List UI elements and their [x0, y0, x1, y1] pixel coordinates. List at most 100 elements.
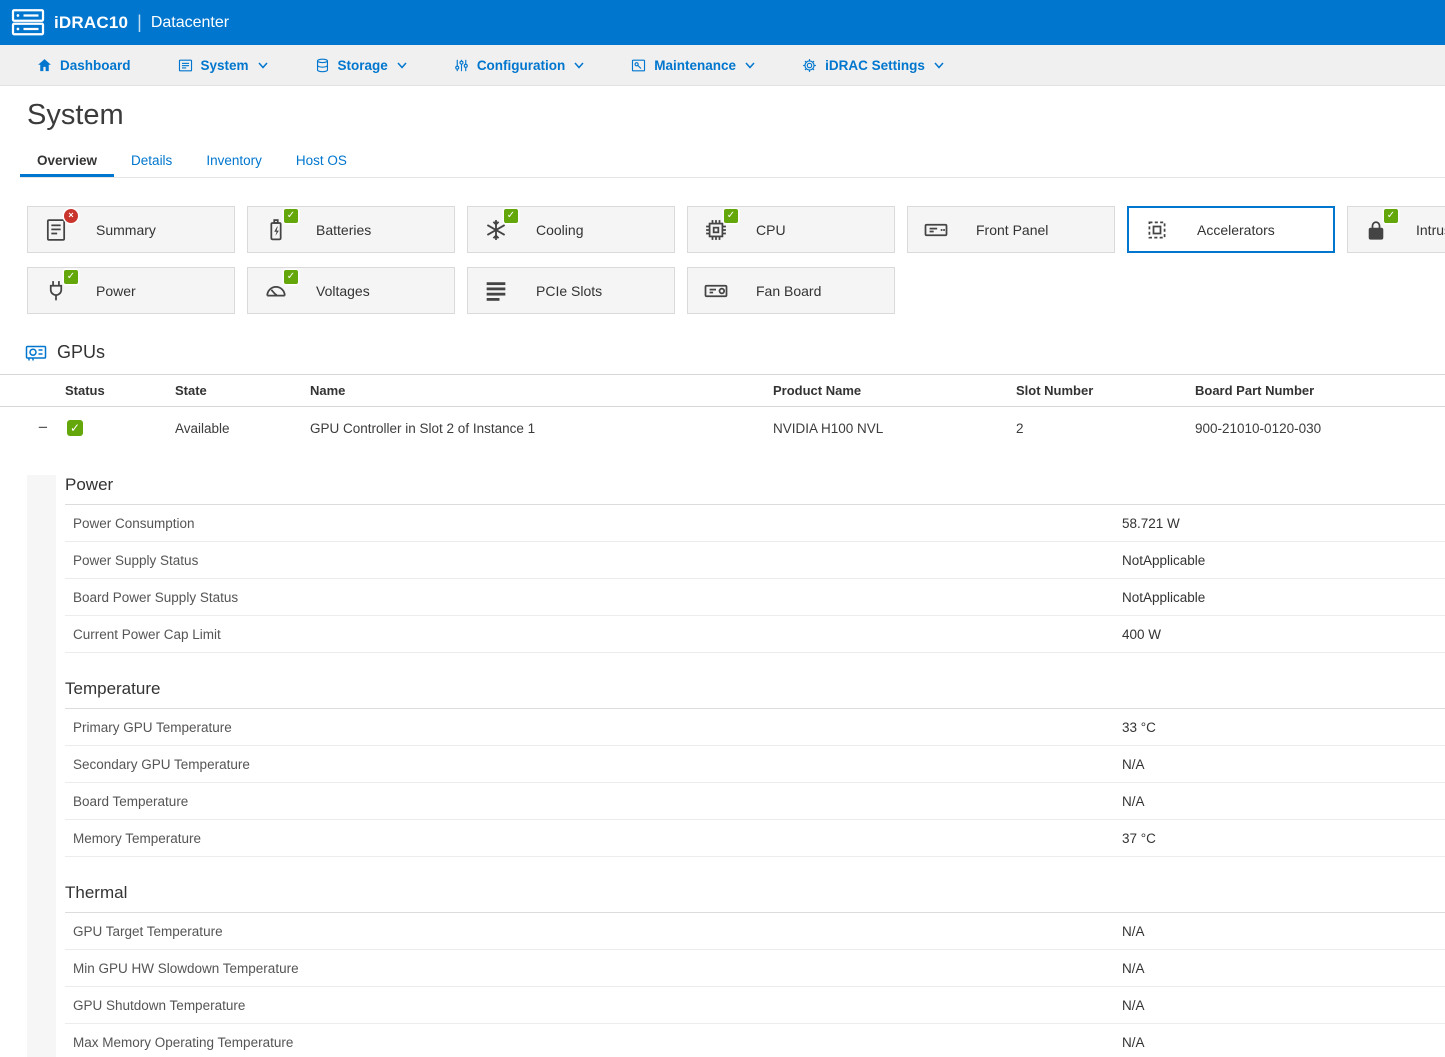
card-label: Batteries: [316, 222, 371, 238]
chevron-down-icon: [397, 62, 407, 69]
detail-label: Power Consumption: [65, 516, 1122, 531]
detail-row: Current Power Cap Limit 400 W: [65, 616, 1445, 653]
system-icon: [177, 57, 194, 74]
health-cards-row-1: × Summary ✓ Batteries ✓ Cooling: [27, 206, 1445, 253]
detail-gutter: [27, 475, 56, 1057]
col-state: State: [175, 383, 310, 398]
gpu-name: GPU Controller in Slot 2 of Instance 1: [310, 421, 773, 436]
storage-icon: [314, 57, 331, 74]
page-title: System: [27, 99, 1445, 132]
detail-label: Current Power Cap Limit: [65, 627, 1122, 642]
detail-value: N/A: [1122, 998, 1445, 1013]
nav-label: Dashboard: [60, 58, 131, 73]
system-tabs: Overview Details Inventory Host OS: [20, 146, 1445, 178]
nav-dashboard[interactable]: Dashboard: [36, 57, 131, 74]
detail-value: NotApplicable: [1122, 553, 1445, 568]
accelerator-icon: [1143, 216, 1171, 244]
col-product-name: Product Name: [773, 383, 1016, 398]
card-label: Cooling: [536, 222, 583, 238]
chevron-down-icon: [934, 62, 944, 69]
card-summary[interactable]: × Summary: [27, 206, 235, 253]
nav-label: System: [201, 58, 249, 73]
detail-label: Memory Temperature: [65, 831, 1122, 846]
nav-idrac-settings[interactable]: iDRAC Settings: [801, 57, 944, 74]
detail-label: Board Power Supply Status: [65, 590, 1122, 605]
detail-label: GPU Target Temperature: [65, 924, 1122, 939]
sliders-icon: [453, 57, 470, 74]
detail-label: Primary GPU Temperature: [65, 720, 1122, 735]
summary-icon: ×: [42, 216, 70, 244]
brand-separator: |: [137, 12, 142, 33]
card-power[interactable]: ✓ Power: [27, 267, 235, 314]
gpu-detail-panel: Power Power Consumption 58.721 W Power S…: [0, 475, 1445, 1057]
card-label: Fan Board: [756, 283, 821, 299]
detail-section-power: Power Power Consumption 58.721 W Power S…: [65, 475, 1445, 653]
gpu-table-header: Status State Name Product Name Slot Numb…: [0, 374, 1445, 407]
gauge-icon: ✓: [262, 277, 290, 305]
detail-value: N/A: [1122, 757, 1445, 772]
card-label: Intrusion: [1416, 222, 1445, 238]
gpu-product-name: NVIDIA H100 NVL: [773, 421, 1016, 436]
gpu-icon: [24, 340, 48, 364]
detail-row: Power Consumption 58.721 W: [65, 505, 1445, 542]
section-title: Power: [65, 475, 1445, 505]
status-ok-icon: ✓: [67, 420, 83, 436]
gear-icon: [801, 57, 818, 74]
detail-value: 33 °C: [1122, 720, 1445, 735]
card-batteries[interactable]: ✓ Batteries: [247, 206, 455, 253]
battery-icon: ✓: [262, 216, 290, 244]
lock-icon: ✓: [1362, 216, 1390, 244]
nav-maintenance[interactable]: Maintenance: [630, 57, 755, 74]
gpu-board-part-number: 900-21010-0120-030: [1195, 421, 1445, 436]
chevron-down-icon: [258, 62, 268, 69]
server-logo-icon: [10, 7, 46, 39]
nav-system[interactable]: System: [177, 57, 268, 74]
section-title: Thermal: [65, 883, 1445, 913]
nav-configuration[interactable]: Configuration: [453, 57, 584, 74]
col-status: Status: [65, 383, 175, 398]
chevron-down-icon: [745, 62, 755, 69]
status-ok-badge: ✓: [64, 270, 78, 284]
tab-inventory[interactable]: Inventory: [189, 146, 279, 177]
card-voltages[interactable]: ✓ Voltages: [247, 267, 455, 314]
col-name: Name: [310, 383, 773, 398]
tab-overview[interactable]: Overview: [20, 146, 114, 177]
tab-details[interactable]: Details: [114, 146, 189, 177]
card-intrusion[interactable]: ✓ Intrusion: [1347, 206, 1445, 253]
detail-row: Max Memory Operating Temperature N/A: [65, 1024, 1445, 1057]
gpus-section-title: GPUs: [57, 342, 105, 363]
nav-storage[interactable]: Storage: [314, 57, 407, 74]
front-panel-icon: [922, 216, 950, 244]
detail-section-temperature: Temperature Primary GPU Temperature 33 °…: [65, 679, 1445, 857]
card-accelerators[interactable]: Accelerators: [1127, 206, 1335, 253]
detail-row: Secondary GPU Temperature N/A: [65, 746, 1445, 783]
detail-row: Primary GPU Temperature 33 °C: [65, 709, 1445, 746]
detail-value: 37 °C: [1122, 831, 1445, 846]
section-title: Temperature: [65, 679, 1445, 709]
detail-row: GPU Shutdown Temperature N/A: [65, 987, 1445, 1024]
card-cpu[interactable]: ✓ CPU: [687, 206, 895, 253]
card-label: CPU: [756, 222, 786, 238]
card-cooling[interactable]: ✓ Cooling: [467, 206, 675, 253]
detail-label: Max Memory Operating Temperature: [65, 1035, 1122, 1050]
detail-row: Power Supply Status NotApplicable: [65, 542, 1445, 579]
nav-label: Configuration: [477, 58, 565, 73]
card-label: Power: [96, 283, 136, 299]
card-front-panel[interactable]: Front Panel: [907, 206, 1115, 253]
detail-row: Memory Temperature 37 °C: [65, 820, 1445, 857]
chevron-down-icon: [574, 62, 584, 69]
detail-value: N/A: [1122, 924, 1445, 939]
nav-label: Storage: [338, 58, 388, 73]
health-cards-row-2: ✓ Power ✓ Voltages PCIe Slots: [27, 267, 1445, 314]
status-ok-badge: ✓: [284, 209, 298, 223]
detail-row: Min GPU HW Slowdown Temperature N/A: [65, 950, 1445, 987]
card-pcie-slots[interactable]: PCIe Slots: [467, 267, 675, 314]
collapse-row-button[interactable]: −: [33, 418, 53, 438]
power-plug-icon: ✓: [42, 277, 70, 305]
detail-section-thermal: Thermal GPU Target Temperature N/A Min G…: [65, 883, 1445, 1057]
col-slot-number: Slot Number: [1016, 383, 1195, 398]
fan-board-icon: [702, 277, 730, 305]
card-fan-board[interactable]: Fan Board: [687, 267, 895, 314]
tab-host-os[interactable]: Host OS: [279, 146, 364, 177]
cpu-icon: ✓: [702, 216, 730, 244]
